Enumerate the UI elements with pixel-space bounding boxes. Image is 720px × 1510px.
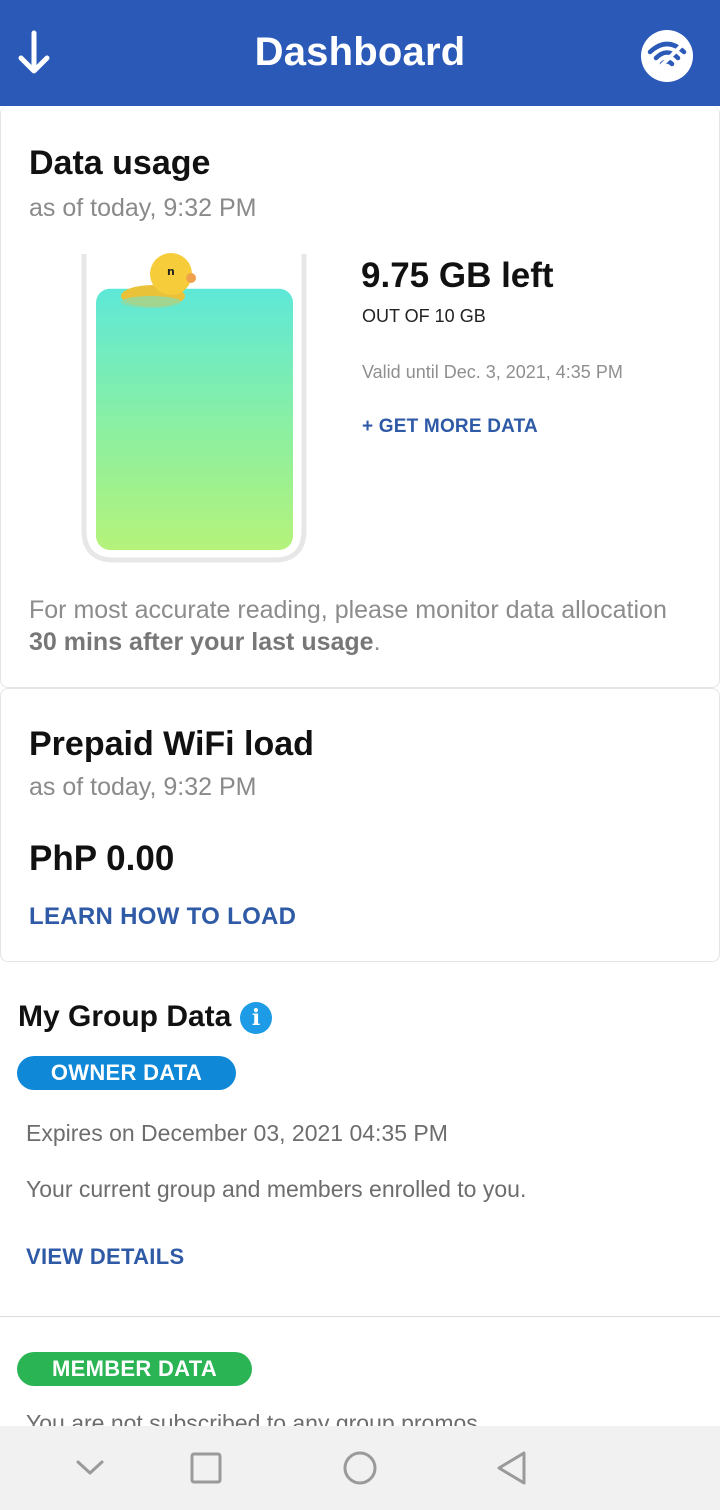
view-details-link[interactable]: VIEW DETAILS — [26, 1244, 184, 1270]
data-glass-gauge: n — [81, 252, 307, 564]
accuracy-note-bold: 30 mins after your last usage — [29, 628, 374, 656]
divider — [0, 1316, 720, 1317]
chevron-down-icon[interactable] — [70, 1448, 110, 1488]
data-liquid-fill — [96, 288, 293, 550]
data-validity: Valid until Dec. 3, 2021, 4:35 PM — [362, 362, 623, 382]
load-balance: PhP 0.00 — [29, 839, 175, 878]
prepaid-load-card: Prepaid WiFi load as of today, 9:32 PM P… — [0, 688, 720, 962]
svg-text:n: n — [167, 265, 175, 278]
data-usage-title: Data usage — [29, 144, 211, 182]
accuracy-note-text: For most accurate reading, please monito… — [29, 596, 667, 624]
info-icon[interactable]: i — [240, 1002, 272, 1034]
back-triangle-icon[interactable] — [492, 1448, 532, 1488]
accuracy-note-end: . — [373, 628, 381, 656]
get-more-data-link[interactable]: + GET MORE DATA — [362, 416, 538, 438]
system-nav-bar — [0, 1426, 720, 1510]
home-circle-icon[interactable] — [340, 1448, 380, 1488]
data-total: OUT OF 10 GB — [362, 306, 486, 326]
prepaid-load-title: Prepaid WiFi load — [29, 725, 314, 763]
data-usage-timestamp: as of today, 9:32 PM — [29, 194, 257, 222]
prepaid-load-timestamp: as of today, 9:32 PM — [29, 773, 257, 801]
accuracy-note: For most accurate reading, please monito… — [29, 594, 679, 658]
group-data-title: My Group Data — [18, 1000, 232, 1033]
data-usage-card: Data usage as of today, 9:32 PM n 9.75 G… — [0, 106, 720, 688]
learn-how-to-load-link[interactable]: LEARN HOW TO LOAD — [29, 903, 296, 931]
group-expiry: Expires on December 03, 2021 04:35 PM — [26, 1120, 448, 1146]
group-description: Your current group and members enrolled … — [26, 1176, 527, 1202]
data-remaining: 9.75 GB left — [361, 256, 554, 295]
owner-data-badge: OWNER DATA — [17, 1056, 236, 1090]
app-header: Dashboard — [0, 0, 720, 106]
page-title: Dashboard — [254, 30, 466, 74]
recents-square-icon[interactable] — [186, 1448, 226, 1488]
member-data-badge: MEMBER DATA — [17, 1352, 252, 1386]
wifi-icon[interactable] — [641, 30, 693, 82]
